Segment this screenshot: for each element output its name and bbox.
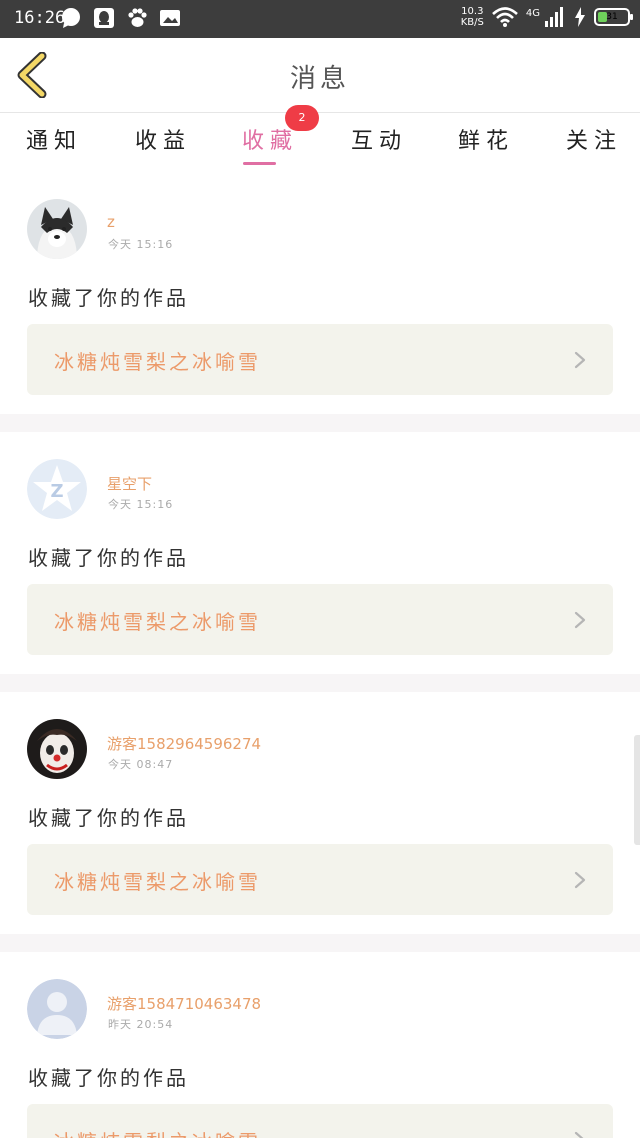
divider	[0, 414, 640, 432]
tab-notifications[interactable]: 通知	[26, 123, 82, 155]
gallery-icon	[160, 10, 180, 26]
action-text: 收藏了你的作品	[28, 546, 189, 570]
status-bar: 16:26 10.3 KB/S 4G 31	[0, 0, 640, 38]
tab-interactions[interactable]: 互动	[351, 123, 407, 155]
default-person-avatar[interactable]	[27, 979, 87, 1039]
notification-icons	[60, 7, 181, 29]
username[interactable]: 星空下	[107, 473, 152, 494]
tab-earnings[interactable]: 收益	[135, 123, 191, 155]
username[interactable]: 游客1584710463478	[107, 993, 261, 1014]
battery-icon: 31	[594, 8, 633, 26]
signal-icon	[545, 7, 563, 27]
svg-text:Z: Z	[50, 481, 63, 502]
network-speed: 10.3 KB/S	[461, 6, 484, 28]
action-text: 收藏了你的作品	[28, 286, 189, 310]
qq-icon	[94, 8, 114, 28]
work-link[interactable]: 冰糖炖雪梨之冰喻雪	[27, 1104, 613, 1138]
network-speed-value: 10.3	[461, 6, 484, 17]
scrollbar-thumb[interactable]	[634, 735, 640, 845]
divider	[0, 674, 640, 692]
message-time: 今天 08:47	[108, 758, 174, 771]
message-card: 游客1584710463478 昨天 20:54 收藏了你的作品 冰糖炖雪梨之冰…	[0, 952, 640, 1138]
message-card: z 今天 15:16 收藏了你的作品 冰糖炖雪梨之冰喻雪	[0, 172, 640, 414]
work-title: 冰糖炖雪梨之冰喻雪	[54, 610, 261, 634]
tab-follows[interactable]: 关注	[566, 123, 622, 155]
wifi-icon	[491, 7, 518, 27]
message-card: 游客1582964596274 今天 08:47 收藏了你的作品 冰糖炖雪梨之冰…	[0, 692, 640, 934]
message-time: 今天 15:16	[108, 498, 174, 511]
username[interactable]: z	[107, 213, 115, 231]
chevron-right-icon	[574, 871, 586, 889]
work-title: 冰糖炖雪梨之冰喻雪	[54, 350, 261, 374]
tab-active-indicator	[243, 162, 276, 165]
username[interactable]: 游客1582964596274	[107, 733, 261, 754]
work-title: 冰糖炖雪梨之冰喻雪	[54, 1126, 261, 1138]
default-star-avatar[interactable]: Z	[27, 459, 87, 519]
chat-bubble-icon	[62, 8, 80, 28]
chevron-right-icon	[574, 1131, 584, 1138]
tab-flowers[interactable]: 鲜花	[458, 123, 514, 155]
network-type: 4G	[525, 7, 540, 19]
message-card: Z 星空下 今天 15:16 收藏了你的作品 冰糖炖雪梨之冰喻雪	[0, 432, 640, 674]
charging-icon	[575, 7, 585, 27]
work-link[interactable]: 冰糖炖雪梨之冰喻雪	[27, 844, 613, 915]
battery-level: 31	[606, 12, 618, 22]
paw-icon	[128, 8, 147, 27]
page-title: 消息	[289, 64, 350, 94]
tab-bar: 通知 收益 收藏 互动 鲜花 关注	[0, 113, 640, 168]
status-time: 16:26	[14, 8, 66, 28]
tab-favorites-label: 收藏	[242, 129, 299, 154]
action-text: 收藏了你的作品	[28, 806, 189, 830]
clown-avatar[interactable]	[27, 719, 87, 779]
work-link[interactable]: 冰糖炖雪梨之冰喻雪	[27, 584, 613, 655]
header: 消息	[0, 38, 640, 113]
unread-badge: 2	[285, 105, 319, 131]
divider	[0, 934, 640, 952]
chevron-right-icon	[574, 351, 586, 369]
status-right: 10.3 KB/S 4G 31	[461, 6, 633, 28]
work-title: 冰糖炖雪梨之冰喻雪	[54, 870, 261, 894]
message-time: 昨天 20:54	[108, 1018, 174, 1031]
chevron-right-icon	[574, 611, 586, 629]
husky-avatar[interactable]	[27, 199, 87, 259]
work-link[interactable]: 冰糖炖雪梨之冰喻雪	[27, 324, 613, 395]
action-text: 收藏了你的作品	[28, 1066, 189, 1090]
network-speed-unit: KB/S	[460, 17, 484, 28]
message-time: 今天 15:16	[108, 238, 174, 251]
